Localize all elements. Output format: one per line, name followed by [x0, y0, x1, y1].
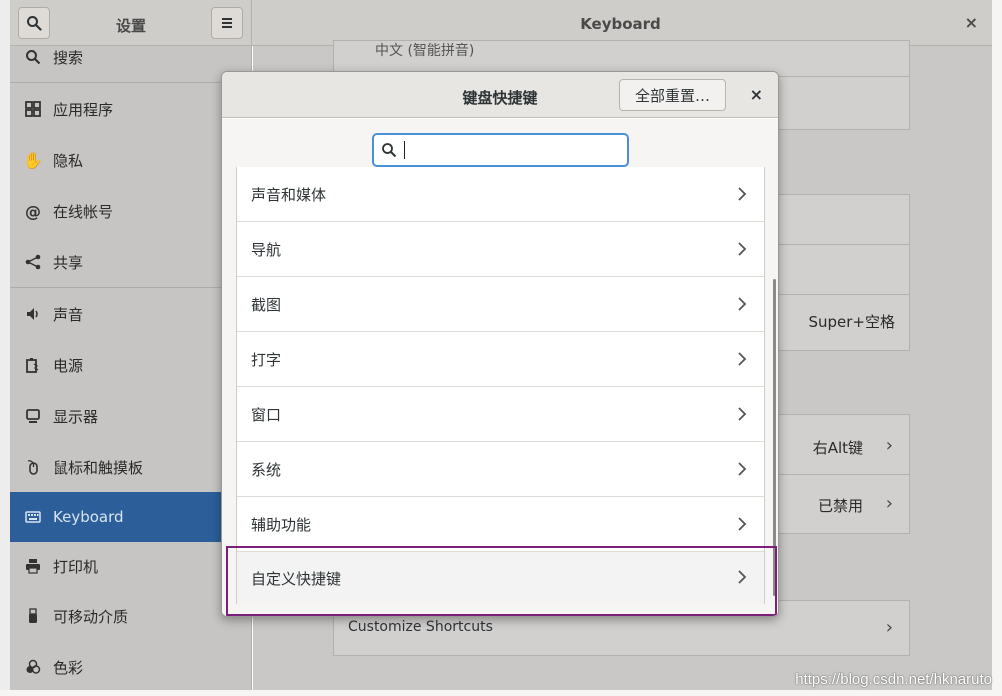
input-source-label: 中文 (智能拼音): [375, 43, 475, 59]
text-caret: [404, 141, 405, 159]
customize-shortcuts-label: Customize Shortcuts: [348, 619, 493, 635]
sidebar-item-keyboard[interactable]: Keyboard: [10, 492, 252, 542]
alt-key-value: 右Alt键: [812, 439, 863, 457]
sidebar-item-removable-media[interactable]: 可移动介质: [10, 591, 252, 641]
chevron-right-icon: [738, 517, 747, 531]
speaker-icon: [23, 304, 43, 324]
monitor-icon: [23, 406, 43, 426]
sidebar-item-displays[interactable]: 显示器: [10, 391, 252, 441]
list-item-label: 截图: [251, 295, 282, 314]
chevron-right-icon: ›: [885, 493, 893, 514]
share-icon: [23, 252, 43, 272]
sidebar-item-label: 可移动介质: [53, 607, 129, 626]
mouse-icon: [23, 457, 43, 477]
sidebar-item-search[interactable]: 搜索: [10, 32, 252, 82]
sidebar-item-color[interactable]: 色彩: [10, 642, 252, 690]
shortcut-search-input[interactable]: [372, 133, 629, 167]
sidebar-item-label: 共享: [53, 253, 84, 272]
watermark: https://blog.csdn.net/hknaruto: [795, 671, 992, 688]
sidebar-item-label: 在线帐号: [53, 202, 114, 221]
usb-icon: [23, 606, 43, 626]
list-item-label: 系统: [251, 460, 282, 479]
sidebar-item-label: 应用程序: [53, 100, 114, 119]
keyboard-icon: [23, 507, 43, 527]
search-icon: [23, 47, 43, 67]
sidebar-item-label: 鼠标和触摸板: [53, 458, 144, 477]
panel-title: Keyboard: [580, 15, 661, 33]
chevron-right-icon: [738, 462, 747, 476]
list-item-sound-media[interactable]: 声音和媒体: [237, 167, 764, 222]
list-item-label: 辅助功能: [251, 515, 312, 534]
chevron-right-icon: [738, 242, 747, 256]
hamburger-icon: [222, 18, 232, 28]
sidebar-item-printers[interactable]: 打印机: [10, 541, 252, 591]
sidebar-item-power[interactable]: 电源: [10, 340, 252, 390]
list-item-label: 声音和媒体: [251, 185, 327, 204]
chevron-right-icon: ›: [885, 617, 893, 638]
shortcut-category-list: 声音和媒体 导航 截图 打字 窗口 系统 辅助功能 自定义快捷键: [236, 167, 765, 604]
search-icon: [382, 143, 397, 158]
grid-icon: [23, 99, 43, 119]
dialog-close-button[interactable]: ×: [750, 85, 763, 104]
list-item-label: 打字: [251, 350, 282, 369]
printer-icon: [23, 556, 43, 576]
list-item-screenshots[interactable]: 截图: [237, 277, 764, 332]
list-item-system[interactable]: 系统: [237, 442, 764, 497]
list-item-windows[interactable]: 窗口: [237, 387, 764, 442]
list-item-accessibility[interactable]: 辅助功能: [237, 497, 764, 552]
list-item-custom-shortcuts[interactable]: 自定义快捷键: [237, 552, 764, 604]
sidebar-item-label: 打印机: [53, 557, 99, 576]
keyboard-shortcuts-dialog: 键盘快捷键 全部重置… × 声音和媒体 导航 截图 打字 窗口 系统 辅助功能 …: [221, 71, 779, 617]
chevron-right-icon: [738, 570, 747, 584]
window-edge: [0, 0, 10, 690]
sidebar-item-mouse-touchpad[interactable]: 鼠标和触摸板: [10, 442, 252, 492]
chevron-right-icon: [738, 352, 747, 366]
reset-all-button[interactable]: 全部重置…: [619, 79, 726, 111]
sidebar-item-label: Keyboard: [53, 508, 124, 526]
chevron-right-icon: ›: [885, 435, 893, 456]
compose-key-value: 已禁用: [817, 497, 863, 515]
dialog-body: 声音和媒体 导航 截图 打字 窗口 系统 辅助功能 自定义快捷键: [222, 119, 778, 616]
sidebar-item-privacy[interactable]: ✋ 隐私: [10, 135, 252, 185]
dialog-header: 键盘快捷键 全部重置… ×: [222, 72, 778, 118]
battery-icon: [23, 355, 43, 375]
sidebar-item-sharing[interactable]: 共享: [10, 237, 252, 287]
divider: [10, 287, 252, 288]
list-item-label: 窗口: [251, 405, 282, 424]
sidebar-item-sound[interactable]: 声音: [10, 289, 252, 339]
sidebar-item-label: 声音: [53, 305, 84, 324]
chevron-right-icon: [738, 407, 747, 421]
sidebar-item-label: 色彩: [53, 658, 84, 677]
list-scrollbar[interactable]: [773, 279, 776, 596]
sidebar-item-label: 显示器: [53, 407, 99, 426]
at-icon: @: [25, 201, 41, 221]
sidebar-item-applications[interactable]: 应用程序: [10, 84, 252, 134]
list-item-label: 自定义快捷键: [251, 569, 342, 588]
sidebar-item-online-accounts[interactable]: @ 在线帐号: [10, 186, 252, 236]
chevron-right-icon: [738, 187, 747, 201]
color-icon: [23, 657, 43, 677]
window-close-button[interactable]: ×: [965, 13, 978, 32]
sidebar-item-label: 搜索: [53, 48, 84, 67]
list-item-navigation[interactable]: 导航: [237, 222, 764, 277]
sidebar-item-label: 电源: [53, 356, 84, 375]
hand-icon: ✋: [23, 150, 43, 170]
chevron-right-icon: [738, 297, 747, 311]
divider: [10, 82, 252, 83]
list-item-typing[interactable]: 打字: [237, 332, 764, 387]
sidebar: 搜索 应用程序 ✋ 隐私 @ 在线帐号 共享 声音 电源 显示器 鼠标和触摸板 …: [10, 46, 252, 690]
list-item-label: 导航: [251, 240, 282, 259]
sidebar-item-label: 隐私: [53, 151, 84, 170]
switch-shortcut-value: Super+空格: [808, 313, 895, 331]
